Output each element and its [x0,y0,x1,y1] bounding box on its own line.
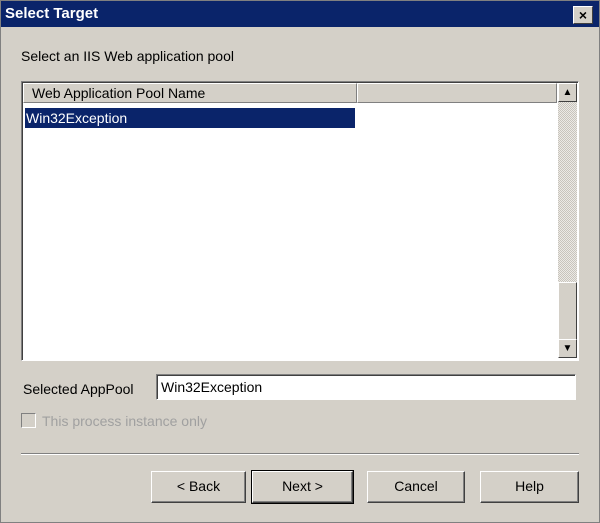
scroll-down-icon[interactable]: ▼ [558,339,577,358]
divider [21,453,579,455]
vertical-scrollbar[interactable]: ▲ ▼ [558,83,577,358]
select-target-dialog: Select Target × Select an IIS Web applic… [0,0,600,523]
help-button[interactable]: Help [480,471,579,503]
list-item-label: Win32Exception [26,110,128,126]
next-button[interactable]: Next > [251,470,354,504]
back-button[interactable]: < Back [151,471,246,503]
scroll-thumb[interactable] [558,282,577,341]
instance-only-label: This process instance only [42,413,207,429]
column-header-empty[interactable] [357,83,557,103]
instruction-label: Select an IIS Web application pool [21,48,234,64]
cancel-button[interactable]: Cancel [367,471,465,503]
app-pool-list[interactable]: Web Application Pool Name Win32Exception… [21,81,579,361]
title-bar[interactable]: Select Target × [1,1,599,27]
dialog-title: Select Target [5,5,99,22]
selected-apppool-field[interactable] [156,374,576,400]
instance-only-option: This process instance only [21,413,207,429]
instance-only-checkbox [21,413,36,428]
list-item[interactable]: Win32Exception [25,108,355,128]
selected-apppool-label: Selected AppPool [23,381,134,397]
column-header-pool-name[interactable]: Web Application Pool Name [23,83,357,103]
close-icon[interactable]: × [573,6,593,24]
scroll-up-icon[interactable]: ▲ [558,83,577,102]
